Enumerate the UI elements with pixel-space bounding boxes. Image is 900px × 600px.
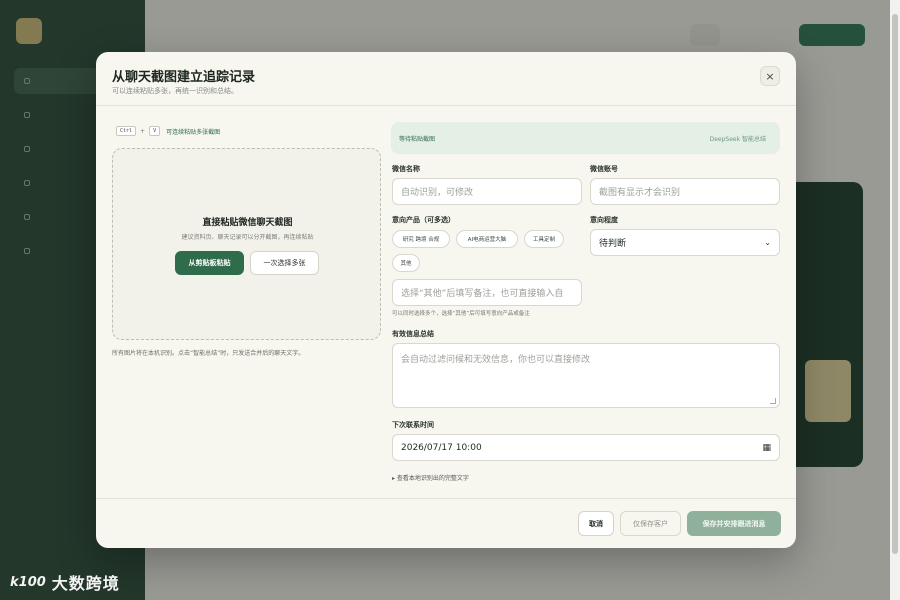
hint-text: 可连续粘贴多张截图 xyxy=(166,128,221,136)
wechat-id-label: 微信账号 xyxy=(590,165,618,173)
summary-label: 有效信息总结 xyxy=(392,330,434,338)
intent-level-label: 意向程度 xyxy=(590,216,618,224)
modal-title: 从聊天截图建立追踪记录 xyxy=(112,70,256,85)
dropzone-note: 所有图片将在本机识别。点击“智能总结”时，只发送合并后的聊天文字。 xyxy=(112,350,305,357)
wechat-id-input[interactable]: 截图有显示才会识别 xyxy=(590,178,780,205)
select-multiple-button[interactable]: 一次选择多张 xyxy=(250,251,319,275)
wechat-name-input[interactable]: 自动识别，可修改 xyxy=(392,178,582,205)
key-ctrl: Ctrl xyxy=(116,126,137,136)
watermark: k100 大数跨境 xyxy=(10,570,120,594)
interest-chip[interactable]: 工具定制 xyxy=(524,230,564,248)
ai-summary-label: DeepSeek 智能总结 xyxy=(709,136,766,143)
dropzone-title: 直接粘贴微信聊天截图 xyxy=(202,218,293,228)
calendar-icon[interactable]: ▦ xyxy=(762,443,771,453)
modal-subtitle: 可以连续粘贴多张，再统一识别和总结。 xyxy=(112,87,238,95)
save-customer-only-button[interactable]: 仅保存客户 xyxy=(620,511,681,536)
intent-level-value: 待判断 xyxy=(599,239,627,249)
paste-shortcut-hint: Ctrl + V 可连续粘贴多张截图 xyxy=(116,126,220,136)
cancel-button[interactable]: 取消 xyxy=(578,511,614,536)
watermark-text: 大数跨境 xyxy=(51,574,120,593)
modal-header: 从聊天截图建立追踪记录 可以连续粘贴多张，再统一识别和总结。 × xyxy=(96,52,796,106)
intent-level-select[interactable]: 待判断 ⌄ xyxy=(590,229,780,256)
page-scrollbar[interactable] xyxy=(890,0,900,600)
create-tracking-modal: 从聊天截图建立追踪记录 可以连续粘贴多张，再统一识别和总结。 × Ctrl + … xyxy=(96,52,796,548)
watermark-logo: k100 xyxy=(10,574,46,590)
chevron-down-icon: ⌄ xyxy=(764,238,771,247)
interest-note: 可以同时选择多个，选择“其他”后可填写意向产品或备注 xyxy=(392,311,530,317)
scrollbar-thumb[interactable] xyxy=(892,14,898,554)
summary-textarea[interactable]: 会自动过滤问候和无效信息，你也可以直接修改 xyxy=(392,343,780,408)
recognition-status-bar: 等待粘贴截图 DeepSeek 智能总结 xyxy=(391,122,780,154)
save-and-schedule-button[interactable]: 保存并安排跟进消息 xyxy=(687,511,781,536)
next-contact-value: 2026/07/17 10:00 xyxy=(401,442,482,453)
paste-from-clipboard-button[interactable]: 从剪贴板粘贴 xyxy=(175,251,244,275)
next-contact-label: 下次联系时间 xyxy=(392,421,434,429)
resize-handle[interactable] xyxy=(770,398,776,404)
screenshot-dropzone[interactable]: 直接粘贴微信聊天截图 建议资料页、聊天记录可以分开截图，再连续粘贴 从剪贴板粘贴… xyxy=(112,148,381,340)
key-v: V xyxy=(149,126,161,136)
dropzone-subtitle: 建议资料页、聊天记录可以分开截图，再连续粘贴 xyxy=(181,234,314,241)
interest-chip[interactable]: 研究 跨境 合规 xyxy=(392,230,450,248)
other-product-input[interactable]: 选择“其他”后填写备注，也可直接输入自 xyxy=(392,279,582,306)
status-text: 等待粘贴截图 xyxy=(399,136,436,143)
modal-footer: 取消 仅保存客户 保存并安排跟进消息 xyxy=(96,498,796,548)
details-toggle[interactable]: ▸ 查看本地识别出的完整文字 xyxy=(392,473,469,482)
close-icon[interactable]: × xyxy=(760,66,780,86)
interest-chip[interactable]: AI电商运营大脑 xyxy=(456,230,518,248)
next-contact-datetime[interactable]: 2026/07/17 10:00 ▦ xyxy=(392,434,780,461)
summary-placeholder: 会自动过滤问候和无效信息，你也可以直接修改 xyxy=(401,355,591,365)
plus-sign: + xyxy=(140,127,146,135)
interest-products-label: 意向产品（可多选） xyxy=(392,216,455,224)
wechat-name-label: 微信名称 xyxy=(392,165,420,173)
interest-chip[interactable]: 其他 xyxy=(392,254,420,272)
